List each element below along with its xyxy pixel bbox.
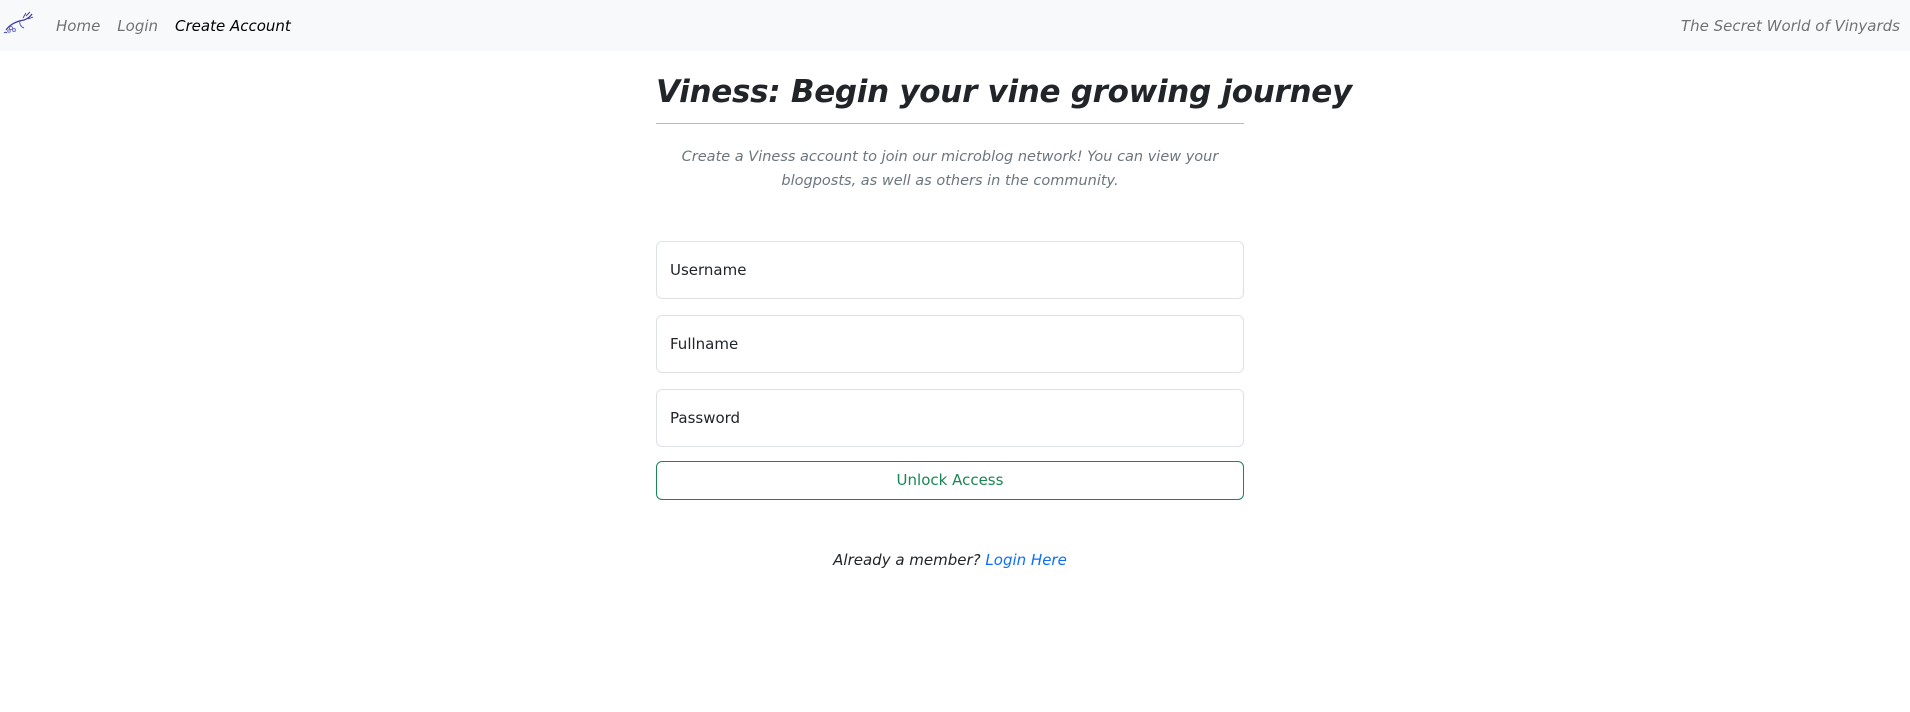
navbar-tagline: The Secret World of Vinyards (1680, 16, 1900, 35)
top-navbar: Home Login Create Account The Secret Wor… (0, 0, 1910, 51)
nav-link-create-account[interactable]: Create Account (175, 17, 291, 35)
already-member-line: Already a member? Login Here (656, 551, 1244, 569)
title-divider (656, 122, 1244, 124)
username-input[interactable] (656, 240, 1244, 299)
nav-links: Home Login Create Account (56, 0, 291, 51)
create-account-form: Unlock Access (656, 240, 1244, 500)
nav-link-login[interactable]: Login (117, 17, 158, 35)
password-input[interactable] (656, 388, 1244, 447)
login-here-link[interactable]: Login Here (985, 551, 1066, 569)
already-member-prompt: Already a member? (833, 550, 981, 569)
page-title: Viness: Begin your vine growing journey (656, 74, 1352, 110)
nav-link-home[interactable]: Home (56, 17, 100, 35)
unlock-access-button[interactable]: Unlock Access (656, 460, 1244, 500)
create-account-section: Viness: Begin your vine growing journey … (656, 51, 1352, 569)
grapevine-logo-icon[interactable] (2, 8, 34, 38)
fullname-input[interactable] (656, 314, 1244, 373)
lead-text: Create a Viness account to join our micr… (681, 148, 1219, 189)
